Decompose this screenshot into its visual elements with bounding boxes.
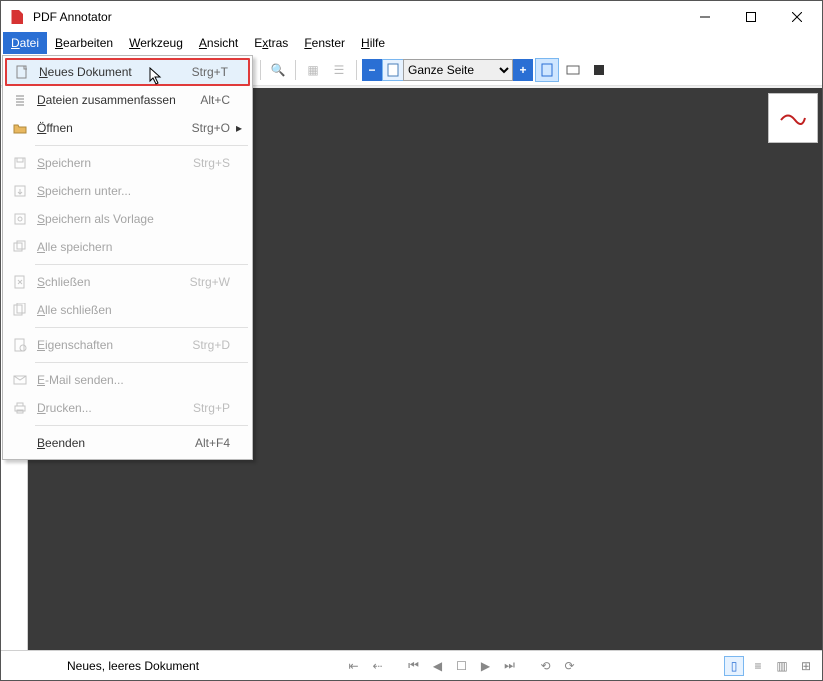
- sb-view-cont-icon[interactable]: ≡: [748, 656, 768, 676]
- menu-item-label: Drucken...: [31, 401, 180, 415]
- menu-item-shortcut: Strg+W: [180, 275, 230, 289]
- menu-hilfe[interactable]: Hilfe: [353, 32, 393, 54]
- tb-align-icon[interactable]: ☰: [327, 58, 351, 82]
- menu-bearbeiten[interactable]: Bearbeiten: [47, 32, 121, 54]
- savetpl-icon: [9, 212, 31, 226]
- status-bar: Neues, leeres Dokument ⇤ ⇠ ⏮ ◀ ☐ ▶ ⏭ ⟲ ⟳…: [1, 650, 822, 680]
- file-menu-item-0[interactable]: Neues DokumentStrg+T: [5, 58, 250, 86]
- sb-page-prev2-icon[interactable]: ⇤: [344, 656, 364, 676]
- menu-item-shortcut: Alt+C: [180, 93, 230, 107]
- menu-item-label: Speichern: [31, 156, 180, 170]
- app-logo-icon: [9, 9, 25, 25]
- closeall-icon: [9, 303, 31, 317]
- title-bar: PDF Annotator: [1, 1, 822, 32]
- zoom-plus-button[interactable]: +: [513, 59, 533, 81]
- file-menu-item-5: Speichern unter...: [5, 177, 250, 205]
- menu-item-label: Öffnen: [31, 121, 180, 135]
- sb-forward-icon[interactable]: ⟳: [560, 656, 580, 676]
- file-menu-item-4: SpeichernStrg+S: [5, 149, 250, 177]
- page-icon: [382, 59, 404, 81]
- file-menu-item-14: E-Mail senden...: [5, 366, 250, 394]
- close-button[interactable]: [774, 2, 820, 32]
- zoom-control: − Ganze Seite +: [362, 59, 533, 81]
- saveall-icon: [9, 240, 31, 254]
- sb-nav-page-icon[interactable]: ☐: [452, 656, 472, 676]
- sb-nav-last-icon[interactable]: ⏭: [500, 656, 520, 676]
- save-icon: [9, 156, 31, 170]
- menu-item-label: Speichern unter...: [31, 184, 180, 198]
- props-icon: [9, 338, 31, 352]
- merge-icon: [9, 93, 31, 107]
- menu-item-label: Alle schließen: [31, 303, 180, 317]
- menu-werkzeug[interactable]: Werkzeug: [121, 32, 191, 54]
- menu-extras[interactable]: Extras: [246, 32, 296, 54]
- menu-item-label: Alle speichern: [31, 240, 180, 254]
- open-icon: [9, 121, 31, 135]
- sb-view-single-icon[interactable]: ▯: [724, 656, 744, 676]
- menu-item-shortcut: Strg+T: [178, 65, 228, 79]
- tb-fitpage-icon[interactable]: [535, 58, 559, 82]
- file-menu-item-6: Speichern als Vorlage: [5, 205, 250, 233]
- new-icon: [11, 65, 33, 79]
- sb-view-twocont-icon[interactable]: ⊞: [796, 656, 816, 676]
- menu-ansicht[interactable]: Ansicht: [191, 32, 246, 54]
- tb-group-icon[interactable]: ▦: [301, 58, 325, 82]
- mail-icon: [9, 373, 31, 387]
- zoom-select[interactable]: Ganze Seite: [403, 59, 513, 81]
- menu-item-label: Schließen: [31, 275, 180, 289]
- file-menu-item-9: SchließenStrg+W: [5, 268, 250, 296]
- menu-item-label: Dateien zusammenfassen: [31, 93, 180, 107]
- sb-view-two-icon[interactable]: ▥: [772, 656, 792, 676]
- tb-search-icon[interactable]: 🔍: [266, 58, 290, 82]
- submenu-arrow-icon: ▸: [234, 121, 244, 135]
- print-icon: [9, 401, 31, 415]
- sb-nav-first-icon[interactable]: ⏮: [404, 656, 424, 676]
- file-menu-item-7: Alle speichern: [5, 233, 250, 261]
- window-title: PDF Annotator: [33, 10, 682, 24]
- file-menu-item-10: Alle schließen: [5, 296, 250, 324]
- file-menu-item-17[interactable]: BeendenAlt+F4: [5, 429, 250, 457]
- menu-bar: Datei Bearbeiten Werkzeug Ansicht Extras…: [1, 32, 822, 54]
- sb-nav-next-icon[interactable]: ▶: [476, 656, 496, 676]
- maximize-button[interactable]: [728, 2, 774, 32]
- file-menu-item-15: Drucken...Strg+P: [5, 394, 250, 422]
- menu-fenster[interactable]: Fenster: [296, 32, 353, 54]
- sb-nav-prev-icon[interactable]: ◀: [428, 656, 448, 676]
- zoom-minus-button[interactable]: −: [362, 59, 382, 81]
- menu-item-label: Beenden: [31, 436, 180, 450]
- menu-datei[interactable]: Datei: [3, 32, 47, 54]
- menu-item-label: Eigenschaften: [31, 338, 180, 352]
- saveas-icon: [9, 184, 31, 198]
- file-menu-item-2[interactable]: ÖffnenStrg+O ▸: [5, 114, 250, 142]
- file-menu-item-1[interactable]: Dateien zusammenfassenAlt+C: [5, 86, 250, 114]
- menu-item-shortcut: Strg+S: [180, 156, 230, 170]
- minimize-button[interactable]: [682, 2, 728, 32]
- sb-back-icon[interactable]: ⟲: [536, 656, 556, 676]
- tb-fitwidth-icon[interactable]: [561, 58, 585, 82]
- menu-item-shortcut: Strg+O: [180, 121, 230, 135]
- menu-item-shortcut: Strg+D: [180, 338, 230, 352]
- menu-item-label: Speichern als Vorlage: [31, 212, 180, 226]
- tb-fullscreen-icon[interactable]: [587, 58, 611, 82]
- menu-item-label: E-Mail senden...: [31, 373, 180, 387]
- scratch-pad[interactable]: [768, 93, 818, 143]
- close-icon: [9, 275, 31, 289]
- menu-item-shortcut: Alt+F4: [180, 436, 230, 450]
- sb-page-prev-icon[interactable]: ⇠: [368, 656, 388, 676]
- status-text: Neues, leeres Dokument: [67, 659, 199, 673]
- file-menu-dropdown: Neues DokumentStrg+TDateien zusammenfass…: [2, 55, 253, 460]
- menu-item-shortcut: Strg+P: [180, 401, 230, 415]
- menu-item-label: Neues Dokument: [33, 65, 178, 79]
- file-menu-item-12: EigenschaftenStrg+D: [5, 331, 250, 359]
